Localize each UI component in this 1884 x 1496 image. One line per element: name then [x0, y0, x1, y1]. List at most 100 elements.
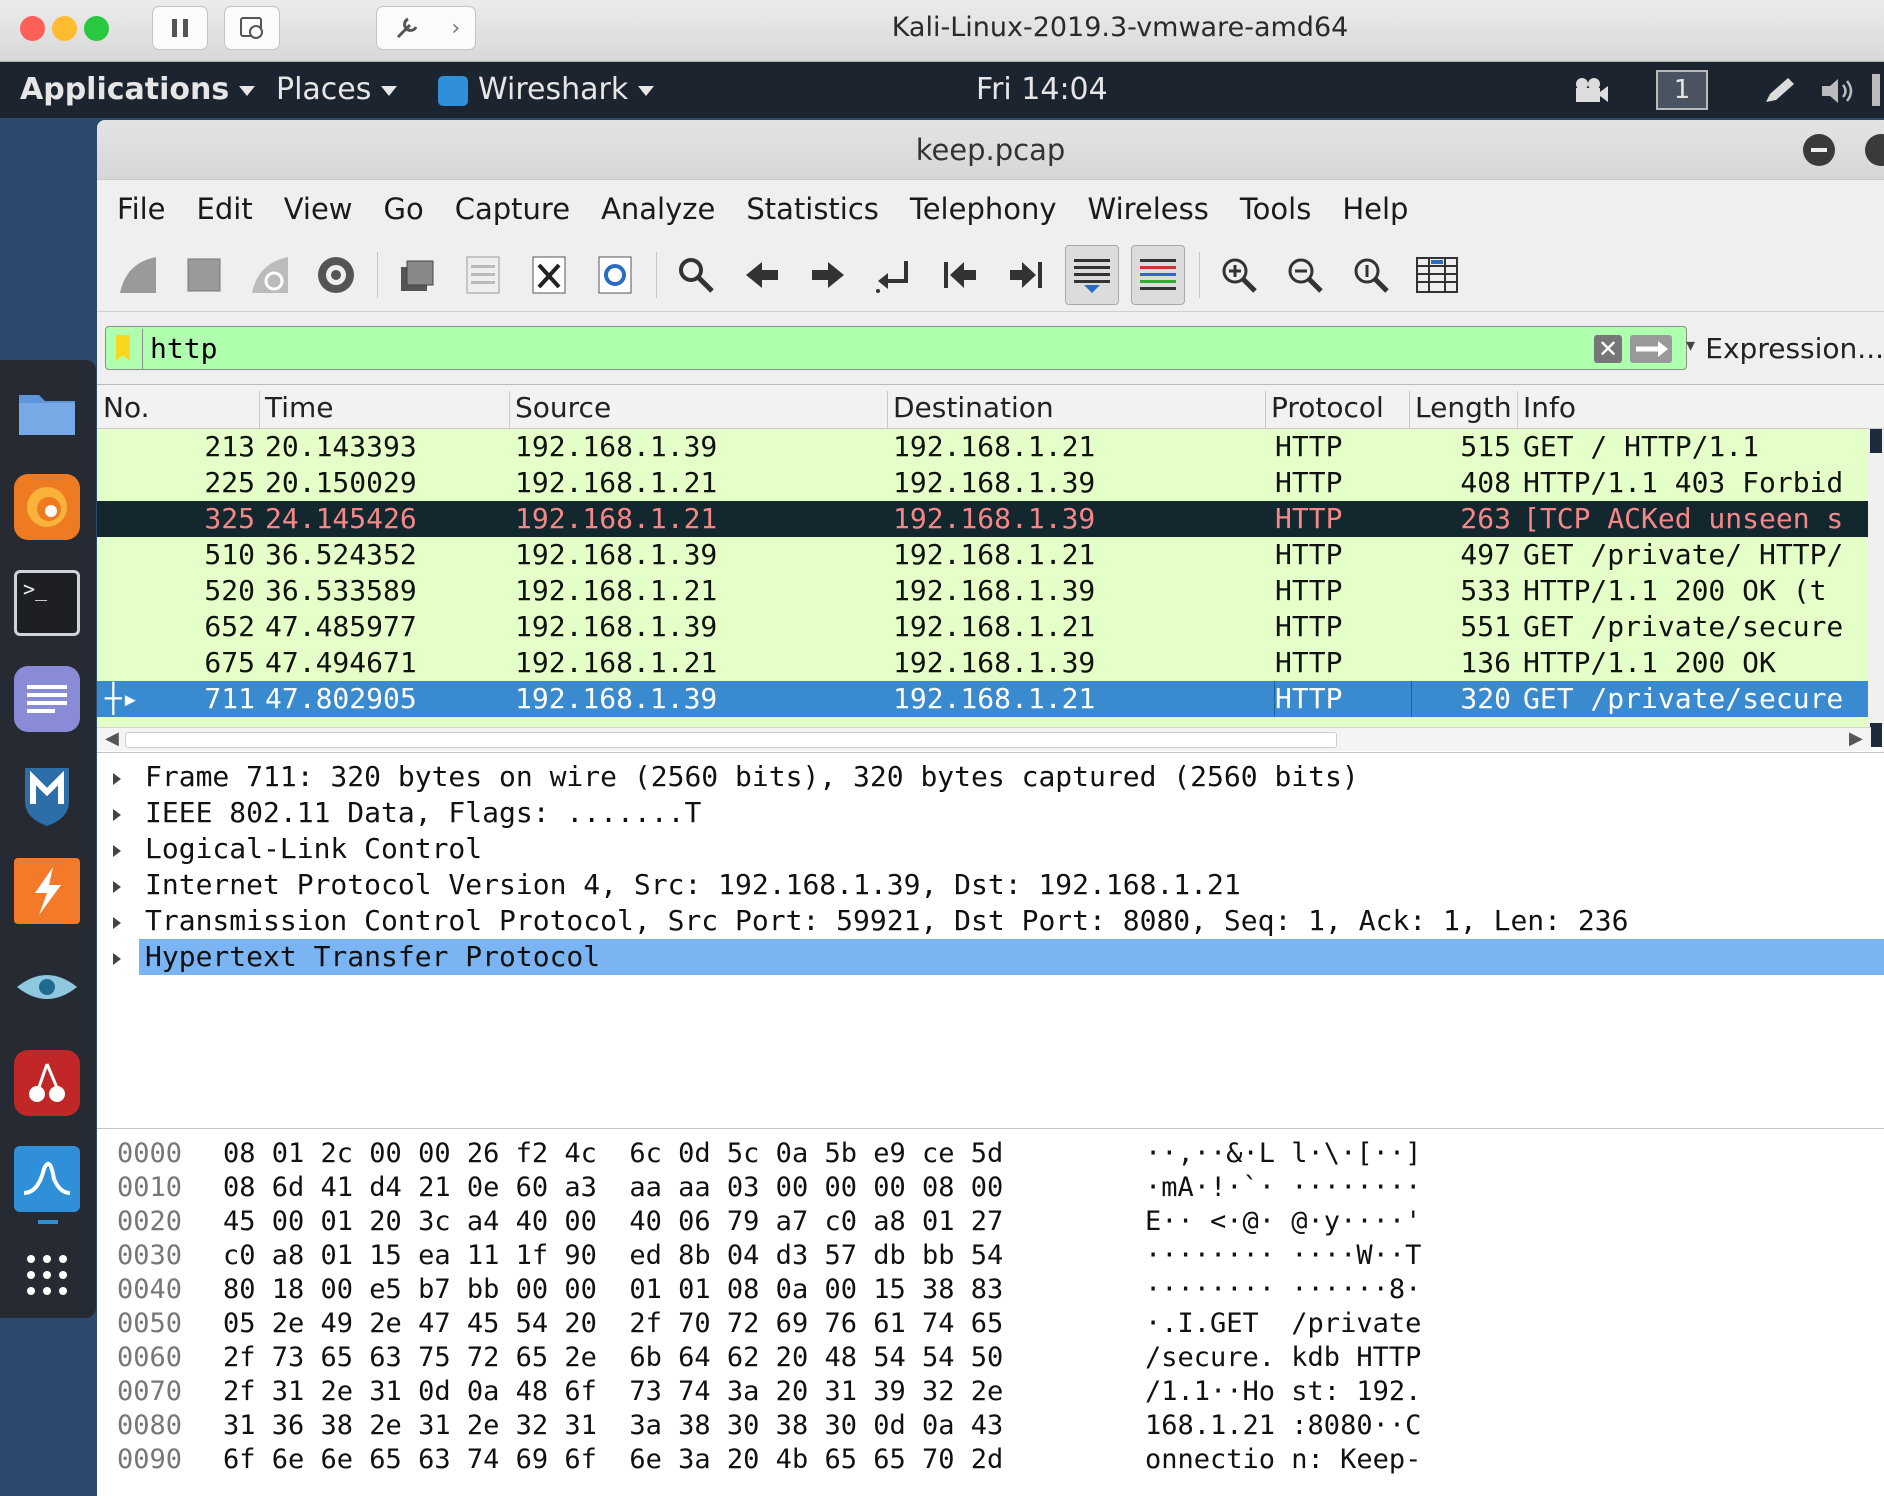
apply-filter-icon[interactable]	[1630, 335, 1672, 363]
go-forward-icon[interactable]	[801, 245, 855, 305]
find-packet-icon[interactable]	[669, 245, 723, 305]
cherrytree-icon[interactable]	[14, 1050, 80, 1116]
close-file-icon[interactable]	[522, 245, 576, 305]
packet-row[interactable]: 213 20.143393 192.168.1.39 192.168.1.21 HTTP…	[97, 429, 1871, 465]
volume-icon[interactable]	[1818, 76, 1858, 114]
hex-row[interactable]: 0070 2f 31 2e 31 0d 0a 48 6f 73 74 3a 20 …	[97, 1375, 1884, 1409]
workspace-indicator[interactable]: 1	[1656, 70, 1708, 110]
expand-arrow-icon[interactable]	[113, 845, 121, 857]
open-file-icon[interactable]	[390, 245, 444, 305]
video-icon[interactable]	[1572, 76, 1610, 112]
hex-row[interactable]: 0080 31 36 38 2e 31 2e 32 31 3a 38 30 38 …	[97, 1409, 1884, 1443]
column-header-info[interactable]: Info	[1523, 391, 1576, 424]
detail-tree-row[interactable]: Hypertext Transfer Protocol	[97, 939, 1884, 975]
burpsuite-icon[interactable]	[14, 858, 80, 924]
stop-capture-icon[interactable]	[177, 245, 231, 305]
detail-tree-row[interactable]: Frame 711: 320 bytes on wire (2560 bits)…	[97, 759, 1884, 795]
hex-row[interactable]: 0050 05 2e 49 2e 47 45 54 20 2f 70 72 69 …	[97, 1307, 1884, 1341]
notes-icon[interactable]	[14, 666, 80, 732]
hex-row[interactable]: 0090 6f 6e 6e 65 63 74 69 6f 6e 3a 20 4b …	[97, 1443, 1884, 1477]
app-menu[interactable]: Wireshark	[438, 72, 655, 107]
capture-options-icon[interactable]	[309, 245, 363, 305]
pen-icon[interactable]	[1762, 76, 1796, 114]
expand-arrow-icon[interactable]	[113, 809, 121, 821]
column-header-no[interactable]: No.	[103, 391, 149, 424]
column-header-source[interactable]: Source	[515, 391, 611, 424]
scroll-right-icon[interactable]: ▶	[1849, 728, 1863, 749]
maximize-window-button[interactable]	[84, 16, 109, 41]
hex-row[interactable]: 0040 80 18 00 e5 b7 bb 00 00 01 01 08 0a …	[97, 1273, 1884, 1307]
packet-row[interactable]: 520 36.533589 192.168.1.21 192.168.1.39 HTTP…	[97, 573, 1871, 609]
bookmark-icon[interactable]	[116, 335, 130, 361]
clock[interactable]: Fri 14:04	[976, 72, 1108, 107]
menu-capture[interactable]: Capture	[455, 192, 570, 226]
go-to-packet-icon[interactable]	[867, 245, 921, 305]
menu-file[interactable]: File	[117, 192, 166, 226]
minimize-icon[interactable]	[1803, 134, 1835, 166]
snapshot-button[interactable]	[224, 6, 280, 50]
reload-file-icon[interactable]	[588, 245, 642, 305]
expand-arrow-icon[interactable]	[113, 773, 121, 785]
packet-row[interactable]: 225 20.150029 192.168.1.21 192.168.1.39 HTTP…	[97, 465, 1871, 501]
terminal-icon[interactable]: >_	[14, 570, 80, 636]
menu-statistics[interactable]: Statistics	[746, 192, 879, 226]
show-apps-icon[interactable]	[14, 1242, 80, 1308]
colorize-icon[interactable]	[1131, 244, 1185, 305]
detail-tree-row[interactable]: Logical-Link Control	[97, 831, 1884, 867]
last-packet-icon[interactable]	[999, 245, 1053, 305]
menu-analyze[interactable]: Analyze	[601, 192, 715, 226]
column-header-time[interactable]: Time	[265, 391, 334, 424]
display-filter-input[interactable]	[150, 327, 1550, 369]
expression-button[interactable]: Expression...	[1705, 332, 1884, 365]
autoscroll-icon[interactable]	[1065, 244, 1119, 305]
start-capture-icon[interactable]	[111, 245, 165, 305]
zoom-out-icon[interactable]	[1278, 245, 1332, 305]
packet-row[interactable]: 325 24.145426 192.168.1.21 192.168.1.39 HTTP…	[97, 501, 1871, 537]
scroll-left-icon[interactable]: ◀	[105, 728, 119, 749]
column-header-protocol[interactable]: Protocol	[1271, 391, 1384, 424]
metasploit-icon[interactable]	[14, 762, 80, 828]
applications-menu[interactable]: Applications	[20, 72, 256, 107]
detail-tree-row[interactable]: Internet Protocol Version 4, Src: 192.16…	[97, 867, 1884, 903]
expand-arrow-icon[interactable]	[113, 881, 121, 893]
packet-row[interactable]: 675 47.494671 192.168.1.21 192.168.1.39 HTTP…	[97, 645, 1871, 681]
zoom-in-icon[interactable]	[1212, 245, 1266, 305]
minimize-window-button[interactable]	[52, 16, 77, 41]
resize-columns-icon[interactable]	[1410, 245, 1464, 305]
menu-edit[interactable]: Edit	[197, 192, 253, 226]
menu-view[interactable]: View	[284, 192, 353, 226]
hex-row[interactable]: 0060 2f 73 65 63 75 72 65 2e 6b 64 62 20 …	[97, 1341, 1884, 1375]
pause-vm-button[interactable]	[152, 6, 208, 50]
menu-wireless[interactable]: Wireless	[1088, 192, 1209, 226]
vm-settings-button[interactable]: ›	[376, 6, 476, 50]
expand-arrow-icon[interactable]	[113, 953, 121, 965]
hex-row[interactable]: 0010 08 6d 41 d4 21 0e 60 a3 aa aa 03 00 …	[97, 1171, 1884, 1205]
go-back-icon[interactable]	[735, 245, 789, 305]
files-icon[interactable]	[14, 378, 80, 444]
packet-row[interactable]: ┼▸ 711 47.802905 192.168.1.39 192.168.1.21 HT…	[97, 681, 1871, 717]
scrollbar-thumb[interactable]	[125, 732, 1337, 748]
restart-capture-icon[interactable]	[243, 245, 297, 305]
packet-list-hscrollbar[interactable]: ◀ ▶	[97, 727, 1871, 751]
normal-size-icon[interactable]	[1344, 245, 1398, 305]
eye-icon[interactable]	[14, 954, 80, 1020]
maximize-icon[interactable]	[1865, 134, 1884, 166]
hex-row[interactable]: 0020 45 00 01 20 3c a4 40 00 40 06 79 a7 …	[97, 1205, 1884, 1239]
power-icon[interactable]	[1872, 74, 1880, 106]
save-file-icon[interactable]	[456, 245, 510, 305]
menu-tools[interactable]: Tools	[1240, 192, 1311, 226]
expand-arrow-icon[interactable]	[113, 917, 121, 929]
places-menu[interactable]: Places	[276, 72, 398, 107]
menu-telephony[interactable]: Telephony	[910, 192, 1057, 226]
menu-go[interactable]: Go	[384, 192, 424, 226]
menu-help[interactable]: Help	[1342, 192, 1408, 226]
filter-history-icon[interactable]: ▾	[1686, 335, 1695, 356]
close-window-button[interactable]	[20, 16, 45, 41]
column-header-length[interactable]: Length	[1415, 391, 1512, 424]
packet-list-vscrollbar[interactable]	[1868, 429, 1884, 747]
detail-tree-row[interactable]: IEEE 802.11 Data, Flags: .......T	[97, 795, 1884, 831]
packet-row[interactable]: 652 47.485977 192.168.1.39 192.168.1.21 HTTP…	[97, 609, 1871, 645]
detail-tree-row[interactable]: Transmission Control Protocol, Src Port:…	[97, 903, 1884, 939]
firefox-icon[interactable]	[14, 474, 80, 540]
wireshark-icon[interactable]	[14, 1146, 80, 1212]
